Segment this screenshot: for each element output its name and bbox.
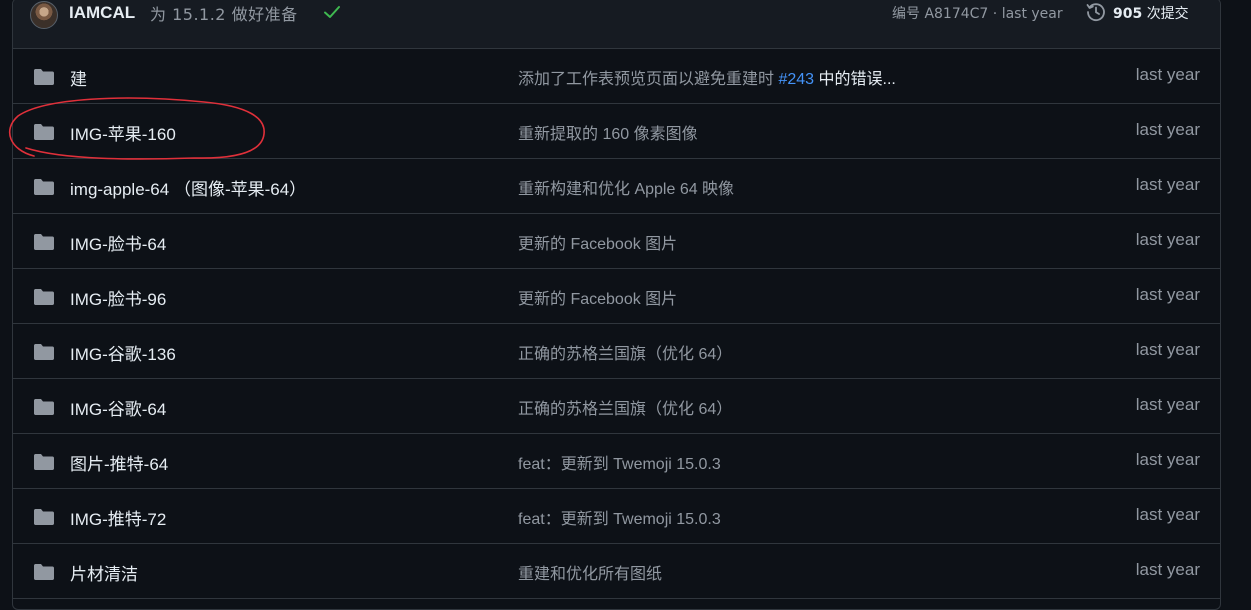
folder-name-link[interactable]: IMG-苹果-160 <box>70 120 176 145</box>
folder-icon <box>33 288 55 310</box>
folder-name-link[interactable]: IMG-谷歌-136 <box>70 340 176 365</box>
row-commit-message: 正确的苏格兰国旗（优化 64） <box>518 395 732 419</box>
commit-message-text[interactable]: 重新提取的 160 像素图像 <box>518 126 698 143</box>
row-commit-message: feat：更新到 Twemoji 15.0.3 <box>518 450 721 474</box>
row-date: last year <box>1135 560 1200 579</box>
file-row[interactable]: IMG-脸书-96 更新的 Facebook 图片 last year <box>13 269 1220 324</box>
latest-commit-bar: IAMCAL 为 15.1.2 做好准备 编号 A8174C7 · last y… <box>13 0 1220 49</box>
row-commit-message: 重建和优化所有图纸 <box>518 560 662 584</box>
row-date: last year <box>1135 65 1200 84</box>
check-icon[interactable] <box>323 4 341 24</box>
commit-message-text[interactable]: 重建和优化所有图纸 <box>518 566 662 583</box>
folder-icon <box>33 398 55 420</box>
commit-message-text[interactable]: 更新的 Facebook 图片 <box>518 291 677 308</box>
row-commit-message: 更新的 Facebook 图片 <box>518 285 677 309</box>
history-icon[interactable] <box>1085 1 1107 27</box>
folder-icon <box>33 178 55 200</box>
commit-message-rest[interactable]: 中的错误... <box>819 71 896 88</box>
author-avatar[interactable] <box>30 1 58 29</box>
file-browser: IAMCAL 为 15.1.2 做好准备 编号 A8174C7 · last y… <box>12 0 1221 610</box>
commit-message[interactable]: 为 15.1.2 做好准备 <box>150 1 298 25</box>
folder-name-link[interactable]: 图片-推特-64 <box>70 450 168 475</box>
folder-name-link[interactable]: IMG-推特-72 <box>70 505 166 530</box>
row-date: last year <box>1135 340 1200 359</box>
folder-name-link[interactable]: IMG-脸书-64 <box>70 230 166 255</box>
file-row[interactable]: IMG-谷歌-136 正确的苏格兰国旗（优化 64） last year <box>13 324 1220 379</box>
commit-author[interactable]: IAMCAL <box>69 3 135 23</box>
row-commit-message: 重新构建和优化 Apple 64 映像 <box>518 175 734 199</box>
row-commit-message: 正确的苏格兰国旗（优化 64） <box>518 340 732 364</box>
commit-message-text[interactable]: 正确的苏格兰国旗（优化 64） <box>518 401 732 418</box>
file-row[interactable]: 建 添加了工作表预览页面以避免重建时 #243 中的错误... last year <box>13 49 1220 104</box>
folder-icon <box>33 563 55 585</box>
row-date: last year <box>1135 120 1200 139</box>
folder-name-link[interactable]: IMG-脸书-96 <box>70 285 166 310</box>
row-commit-message: 添加了工作表预览页面以避免重建时 #243 中的错误... <box>518 65 896 89</box>
file-row[interactable]: 图片-推特-64 feat：更新到 Twemoji 15.0.3 last year <box>13 434 1220 489</box>
row-date: last year <box>1135 230 1200 249</box>
commit-message-text[interactable]: 正确的苏格兰国旗（优化 64） <box>518 346 732 363</box>
row-commit-message: feat：更新到 Twemoji 15.0.3 <box>518 505 721 529</box>
folder-name-link[interactable]: img-apple-64 （图像-苹果-64） <box>70 175 306 200</box>
file-row[interactable]: img-apple-64 （图像-苹果-64） 重新构建和优化 Apple 64 … <box>13 159 1220 214</box>
folder-icon <box>33 123 55 145</box>
commit-hash-and-date[interactable]: 编号 A8174C7 · last year <box>892 3 1063 23</box>
commit-message-text[interactable]: 更新的 Facebook 图片 <box>518 236 677 253</box>
row-date: last year <box>1135 175 1200 194</box>
commit-count-link[interactable]: 905 次提交 <box>1113 3 1189 23</box>
folder-name-link[interactable]: 片材清洁 <box>70 560 138 585</box>
file-row[interactable]: 片材清洁 重建和优化所有图纸 last year <box>13 544 1220 599</box>
file-row[interactable]: IMG-脸书-64 更新的 Facebook 图片 last year <box>13 214 1220 269</box>
file-row[interactable]: IMG-推特-72 feat：更新到 Twemoji 15.0.3 last yea… <box>13 489 1220 544</box>
commit-count-suffix: 次提交 <box>1146 6 1189 22</box>
row-date: last year <box>1135 395 1200 414</box>
commit-message-text[interactable]: feat：更新到 Twemoji 15.0.3 <box>518 511 721 528</box>
row-date: last year <box>1135 285 1200 304</box>
folder-icon <box>33 453 55 475</box>
row-date: last year <box>1135 450 1200 469</box>
row-commit-message: 更新的 Facebook 图片 <box>518 230 677 254</box>
folder-name-link[interactable]: 建 <box>70 65 87 90</box>
file-row[interactable]: IMG-苹果-160 重新提取的 160 像素图像 last year <box>13 104 1220 159</box>
folder-icon <box>33 68 55 90</box>
folder-icon <box>33 343 55 365</box>
commit-message-text[interactable]: feat：更新到 Twemoji 15.0.3 <box>518 456 721 473</box>
commit-message-text[interactable]: 重新构建和优化 Apple 64 映像 <box>518 181 734 198</box>
row-commit-message: 重新提取的 160 像素图像 <box>518 120 698 144</box>
row-date: last year <box>1135 505 1200 524</box>
file-row[interactable]: IMG-谷歌-64 正确的苏格兰国旗（优化 64） last year <box>13 379 1220 434</box>
issue-link[interactable]: #243 <box>778 71 814 88</box>
folder-icon <box>33 233 55 255</box>
commit-message-text[interactable]: 添加了工作表预览页面以避免重建时 <box>518 71 774 88</box>
commit-count: 905 <box>1113 6 1143 22</box>
folder-icon <box>33 508 55 530</box>
folder-name-link[interactable]: IMG-谷歌-64 <box>70 395 166 420</box>
